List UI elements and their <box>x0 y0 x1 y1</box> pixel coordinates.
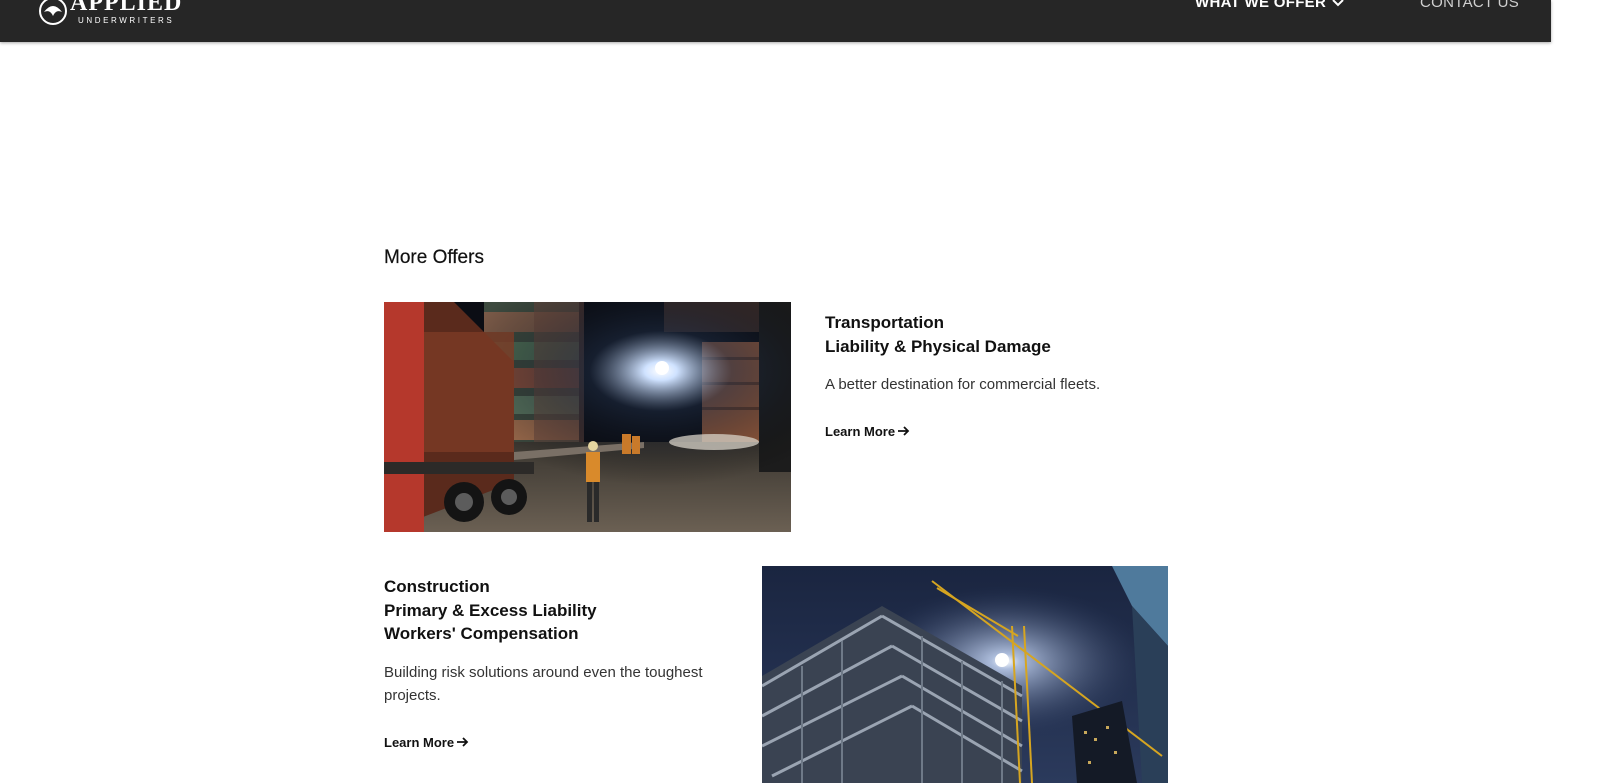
learn-more-label: Learn More <box>825 423 896 439</box>
eagle-logo-icon <box>39 0 67 25</box>
chevron-down-icon <box>1332 0 1344 6</box>
nav-contact-us[interactable]: CONTACT US <box>1420 0 1519 11</box>
logo-word: APPLIED <box>70 0 183 16</box>
offer-card-construction: Construction Primary & Excess Liability … <box>384 575 724 752</box>
offer-card-transportation: Transportation Liability & Physical Dama… <box>825 311 1185 441</box>
site-header: APPLIED UNDERWRITERS WHAT WE OFFER CONTA… <box>0 0 1551 42</box>
arrow-right-icon <box>898 426 910 436</box>
logo[interactable]: APPLIED UNDERWRITERS <box>38 0 182 26</box>
offer-title: Transportation Liability & Physical Dama… <box>825 311 1185 358</box>
offer-title-line: Construction <box>384 577 490 596</box>
offer-title: Construction Primary & Excess Liability … <box>384 575 724 646</box>
nav-what-we-offer-label: WHAT WE OFFER <box>1195 0 1327 11</box>
offer-title-line: Liability & Physical Damage <box>825 336 1051 356</box>
learn-more-link[interactable]: Learn More <box>825 424 910 439</box>
learn-more-label: Learn More <box>384 734 455 750</box>
offer-title-line: Transportation <box>825 313 945 332</box>
nav-what-we-offer[interactable]: WHAT WE OFFER <box>1195 0 1344 11</box>
offer-description: A better destination for commercial flee… <box>825 376 1101 393</box>
offer-title-line: Primary & Excess Liability <box>384 600 597 620</box>
construction-image <box>762 566 1168 783</box>
offer-description: Building risk solutions around even the … <box>384 663 703 705</box>
transportation-image <box>384 302 791 532</box>
section-title: More Offers <box>384 247 484 268</box>
arrow-right-icon <box>457 737 469 747</box>
learn-more-link[interactable]: Learn More <box>384 735 469 750</box>
offer-title-line: Workers' Compensation <box>384 624 579 643</box>
logo-subtitle: UNDERWRITERS <box>77 16 175 25</box>
logo-text: APPLIED UNDERWRITERS <box>70 0 182 26</box>
